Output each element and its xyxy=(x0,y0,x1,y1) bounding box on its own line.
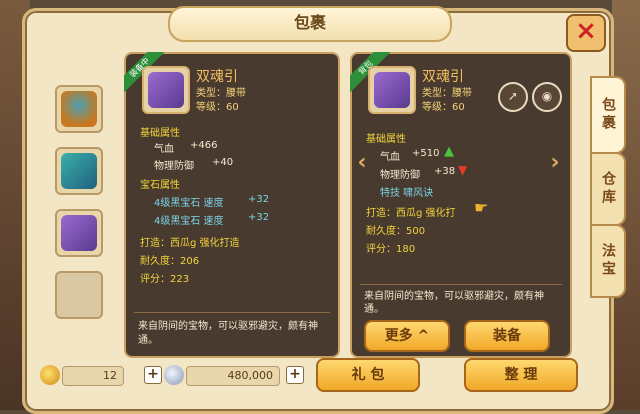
window-title: 包裹 xyxy=(168,6,452,42)
item-name: 双魂引 xyxy=(422,69,464,85)
stat-down-icon: ▼ xyxy=(458,163,468,177)
stat-up-icon: ▲ xyxy=(444,144,454,159)
special-skill: 特技 啸风诀 xyxy=(380,188,434,199)
more-button[interactable]: 更多 ^ xyxy=(364,320,450,352)
add-silver-button[interactable]: + xyxy=(286,366,304,384)
item-type: 类型：腰带 xyxy=(422,88,472,99)
item-description: 来自阴间的宝物，可以驱邪避灾，颇有神通。 xyxy=(364,291,544,315)
base-stats-header: 基础属性 xyxy=(140,128,180,139)
stat-value: +466 xyxy=(190,140,218,151)
gem-label: 4级黑宝石 速度 xyxy=(154,216,224,227)
equipped-item-icon xyxy=(142,66,190,114)
stat-label: 气血 xyxy=(154,144,174,155)
gem-stats-header: 宝石属性 xyxy=(140,180,180,191)
inventory-slot[interactable] xyxy=(55,85,103,133)
tab-storage[interactable]: 仓库 xyxy=(590,152,626,226)
eye-icon: ◉ xyxy=(541,89,553,103)
durability: 耐久度：206 xyxy=(140,256,200,267)
add-coins-button[interactable]: + xyxy=(144,366,162,384)
silver-icon xyxy=(164,365,184,385)
coin-icon xyxy=(40,365,60,385)
stat-value: +38 xyxy=(434,166,456,177)
forge-info: 打造：西瓜g 强化打造 xyxy=(140,238,240,249)
tab-treasure[interactable]: 法宝 xyxy=(590,224,626,298)
inventory-slot[interactable] xyxy=(55,209,103,257)
belt-icon xyxy=(148,72,184,108)
stat-label: 物理防御 xyxy=(380,170,420,181)
inventory-slot[interactable] xyxy=(55,147,103,195)
close-button[interactable]: × xyxy=(566,14,606,52)
item-name: 双魂引 xyxy=(196,69,238,85)
durability: 耐久度：500 xyxy=(366,226,426,237)
divider xyxy=(134,312,330,313)
inventory-slots xyxy=(55,85,103,333)
belt-icon xyxy=(61,215,97,251)
stat-label: 气血 xyxy=(380,152,400,163)
divider xyxy=(360,284,562,285)
base-stats-header: 基础属性 xyxy=(366,134,406,145)
item-type: 类型：腰带 xyxy=(196,88,246,99)
close-icon: × xyxy=(575,16,597,46)
forge-info: 打造：西瓜g 强化打 xyxy=(366,208,456,219)
selected-item-icon xyxy=(368,66,416,114)
share-icon: ➚ xyxy=(507,89,519,103)
hand-pointer-icon: ☛ xyxy=(474,198,489,217)
score: 评分：223 xyxy=(140,274,190,285)
sort-button[interactable]: 整 理 xyxy=(464,358,578,392)
stat-label: 物理防御 xyxy=(154,161,194,172)
tab-bag[interactable]: 包裹 xyxy=(590,76,626,154)
prev-arrow-icon[interactable]: ‹ xyxy=(353,150,371,176)
fan-icon xyxy=(61,153,97,189)
equip-button[interactable]: 装备 xyxy=(464,320,550,352)
gem-value: +32 xyxy=(248,212,270,223)
share-button[interactable]: ➚ xyxy=(498,82,528,112)
gift-button[interactable]: 礼 包 xyxy=(316,358,420,392)
score: 评分：180 xyxy=(366,244,416,255)
helmet-icon xyxy=(61,91,97,127)
item-description: 来自阴间的宝物，可以驱邪避灾，颇有神通。 xyxy=(138,321,318,346)
belt-icon xyxy=(374,72,410,108)
silver-amount: 480,000 xyxy=(186,366,280,386)
inventory-slot-empty[interactable] xyxy=(55,271,103,319)
item-level: 等级：60 xyxy=(196,102,239,113)
stat-value: +510 xyxy=(412,148,440,159)
gem-value: +32 xyxy=(248,194,270,205)
next-arrow-icon[interactable]: › xyxy=(546,150,564,176)
equipped-item-panel: 装备中 双魂引 类型：腰带 等级：60 基础属性 气血 +466 物理防御 +4… xyxy=(124,52,340,358)
gem-label: 4级黑宝石 速度 xyxy=(154,198,224,209)
coin-amount: 12 xyxy=(62,366,124,386)
preview-button[interactable]: ◉ xyxy=(532,82,562,112)
selected-item-panel: 背包 双魂引 类型：腰带 等级：60 ➚ ◉ 基础属性 气血 +510 ▲ 物理… xyxy=(350,52,572,358)
stat-value: +40 xyxy=(212,157,234,168)
item-level: 等级：60 xyxy=(422,102,465,113)
